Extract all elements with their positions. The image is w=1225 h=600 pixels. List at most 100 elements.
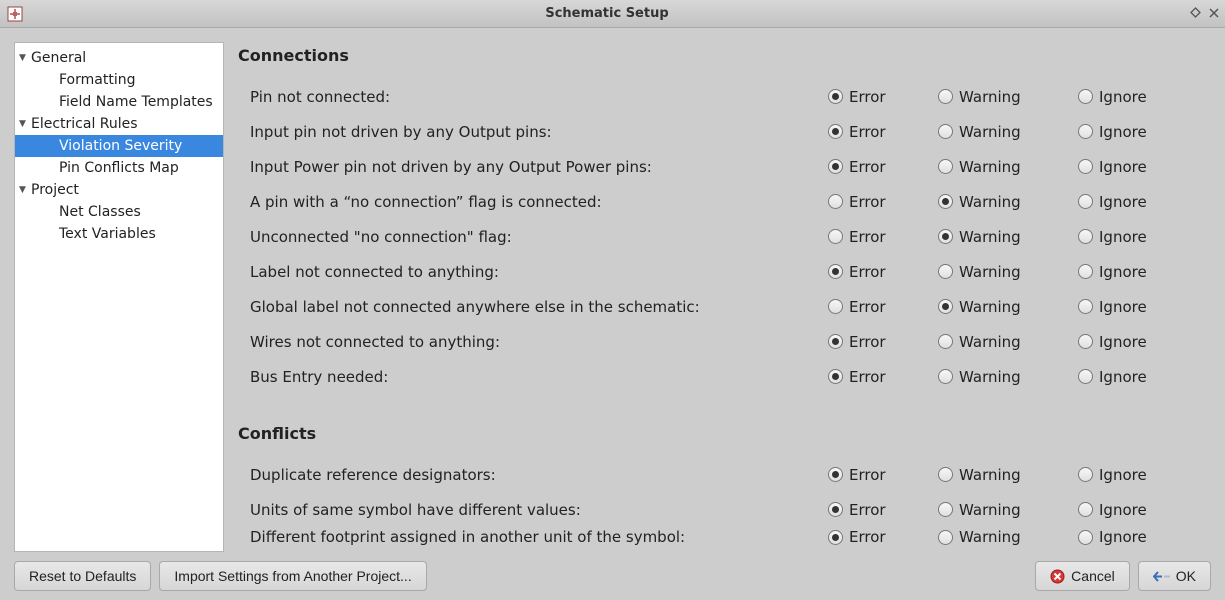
radio-label: Ignore [1099,333,1147,351]
radio-warning[interactable]: Warning [938,298,1068,316]
rule-row: Global label not connected anywhere else… [238,289,1211,324]
radio-warning[interactable]: Warning [938,88,1068,106]
radio-error[interactable]: Error [828,228,928,246]
rule-label: Wires not connected to anything: [238,333,828,351]
radio-warning[interactable]: Warning [938,501,1068,519]
cancel-button[interactable]: Cancel [1035,561,1130,591]
radio-ignore[interactable]: Ignore [1078,263,1178,281]
radio-warning[interactable]: Warning [938,333,1068,351]
radio-label: Ignore [1099,298,1147,316]
radio-ignore[interactable]: Ignore [1078,368,1178,386]
sidebar-item[interactable]: Field Name Templates [15,91,223,113]
radio-warning[interactable]: Warning [938,528,1068,546]
radio-error[interactable]: Error [828,263,928,281]
radio-indicator [828,467,843,482]
radio-indicator [828,369,843,384]
rule-label: Bus Entry needed: [238,368,828,386]
radio-error[interactable]: Error [828,333,928,351]
radio-warning[interactable]: Warning [938,228,1068,246]
radio-error[interactable]: Error [828,193,928,211]
close-icon[interactable] [1209,7,1219,21]
sidebar-item[interactable]: Text Variables [15,223,223,245]
radio-indicator [1078,264,1093,279]
radio-ignore[interactable]: Ignore [1078,466,1178,484]
radio-ignore[interactable]: Ignore [1078,333,1178,351]
window-title: Schematic Setup [24,6,1190,21]
radio-label: Ignore [1099,228,1147,246]
radio-label: Error [849,368,886,386]
radio-warning[interactable]: Warning [938,263,1068,281]
reset-defaults-button[interactable]: Reset to Defaults [14,561,151,591]
radio-indicator [938,467,953,482]
rule-label: Pin not connected: [238,88,828,106]
radio-indicator [828,159,843,174]
radio-indicator [1078,159,1093,174]
titlebar: Schematic Setup [0,0,1225,28]
radio-indicator [1078,530,1093,545]
radio-error[interactable]: Error [828,298,928,316]
ok-icon [1153,570,1170,583]
radio-label: Ignore [1099,193,1147,211]
import-settings-button[interactable]: Import Settings from Another Project... [159,561,426,591]
radio-error[interactable]: Error [828,368,928,386]
radio-indicator [828,334,843,349]
sidebar-item[interactable]: Net Classes [15,201,223,223]
radio-warning[interactable]: Warning [938,123,1068,141]
ok-button[interactable]: OK [1138,561,1211,591]
radio-label: Warning [959,158,1021,176]
radio-indicator [938,334,953,349]
radio-ignore[interactable]: Ignore [1078,228,1178,246]
radio-ignore[interactable]: Ignore [1078,158,1178,176]
radio-label: Warning [959,193,1021,211]
radio-label: Ignore [1099,88,1147,106]
radio-label: Warning [959,333,1021,351]
radio-indicator [938,530,953,545]
radio-label: Warning [959,528,1021,546]
radio-ignore[interactable]: Ignore [1078,88,1178,106]
window-controls [1190,7,1219,21]
radio-indicator [1078,124,1093,139]
section-title: Conflicts [238,424,1211,443]
sidebar-tree[interactable]: ▼GeneralFormattingField Name Templates▼E… [14,42,224,552]
radio-ignore[interactable]: Ignore [1078,528,1178,546]
radio-ignore[interactable]: Ignore [1078,193,1178,211]
radio-warning[interactable]: Warning [938,193,1068,211]
radio-error[interactable]: Error [828,123,928,141]
sidebar-item[interactable]: Violation Severity [15,135,223,157]
radio-ignore[interactable]: Ignore [1078,123,1178,141]
rule-row: Unconnected "no connection" flag:ErrorWa… [238,219,1211,254]
radio-indicator [938,89,953,104]
radio-error[interactable]: Error [828,88,928,106]
tree-group-header[interactable]: ▼ Project [15,179,223,201]
sidebar-item[interactable]: Pin Conflicts Map [15,157,223,179]
sidebar-item[interactable]: Formatting [15,69,223,91]
radio-warning[interactable]: Warning [938,158,1068,176]
radio-indicator [828,89,843,104]
cancel-icon [1050,569,1065,584]
radio-label: Error [849,263,886,281]
tree-group-header[interactable]: ▼General [15,47,223,69]
radio-warning[interactable]: Warning [938,466,1068,484]
radio-error[interactable]: Error [828,158,928,176]
maximize-icon[interactable] [1190,7,1201,21]
chevron-down-icon: ▼ [19,185,26,195]
radio-label: Error [849,88,886,106]
tree-group-label: Project [31,182,79,198]
radio-ignore[interactable]: Ignore [1078,298,1178,316]
rule-label: Label not connected to anything: [238,263,828,281]
radio-ignore[interactable]: Ignore [1078,501,1178,519]
rule-row: Units of same symbol have different valu… [238,492,1211,527]
radio-label: Ignore [1099,263,1147,281]
cancel-label: Cancel [1071,568,1115,584]
radio-error[interactable]: Error [828,466,928,484]
rule-row: Label not connected to anything: Error War… [238,254,1211,289]
radio-error[interactable]: Error [828,501,928,519]
tree-group-header[interactable]: ▼Electrical Rules [15,113,223,135]
radio-warning[interactable]: Warning [938,368,1068,386]
radio-label: Ignore [1099,501,1147,519]
rule-row: Different footprint assigned in another … [238,527,1211,547]
radio-label: Warning [959,466,1021,484]
radio-indicator [828,194,843,209]
radio-error[interactable]: Error [828,528,928,546]
radio-indicator [828,124,843,139]
